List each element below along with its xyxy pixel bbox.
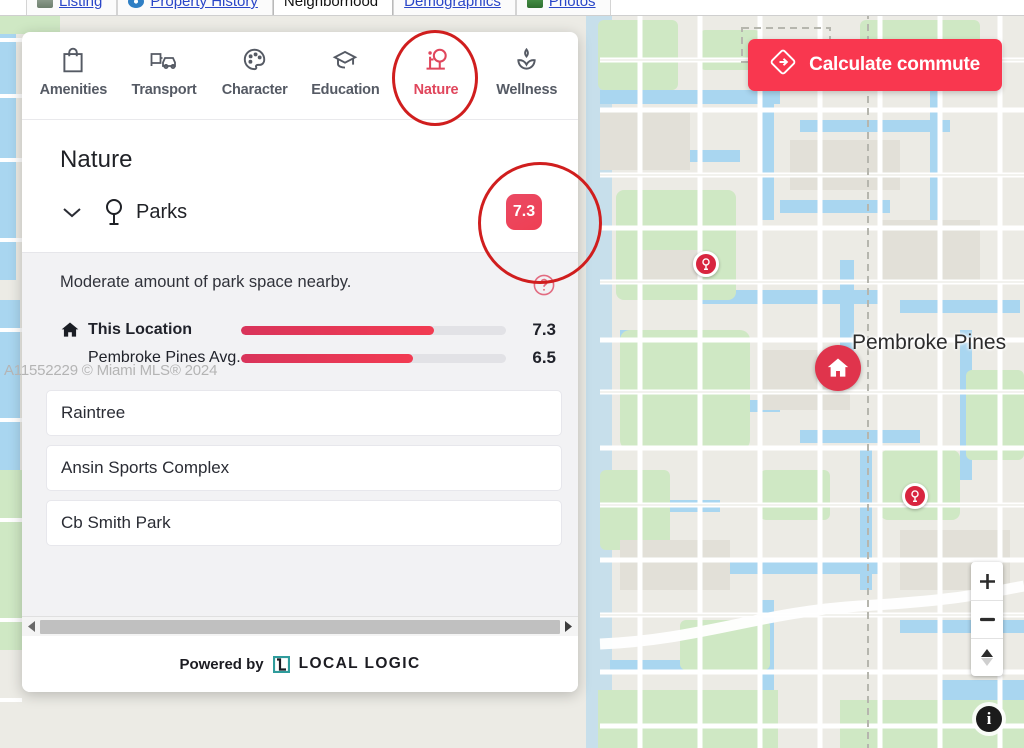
scrollbar-thumb[interactable] bbox=[40, 619, 560, 634]
compass-button[interactable] bbox=[971, 638, 1003, 676]
tab-neighborhood[interactable]: Neighborhood bbox=[272, 0, 394, 15]
powered-by-label: Powered by bbox=[179, 655, 264, 673]
park-marker[interactable] bbox=[693, 251, 719, 277]
list-item[interactable]: Raintree bbox=[46, 390, 562, 436]
park-tree-icon bbox=[426, 48, 447, 70]
bus-car-icon bbox=[150, 53, 176, 69]
compass-icon bbox=[981, 649, 993, 666]
palette-icon bbox=[244, 48, 266, 71]
park-tree-icon bbox=[911, 490, 919, 502]
zoom-in-button[interactable] bbox=[971, 562, 1003, 600]
category-tab-character[interactable]: Character bbox=[209, 46, 300, 119]
parks-label: Parks bbox=[136, 200, 188, 223]
category-label: Transport bbox=[131, 82, 197, 98]
question-circle-icon[interactable] bbox=[532, 273, 556, 302]
summary-text: Moderate amount of park space nearby. bbox=[60, 273, 352, 291]
tab-property-history[interactable]: Property History bbox=[117, 0, 273, 15]
comparison-value: 6.5 bbox=[532, 348, 556, 367]
parks-row[interactable]: Parks 7.3 bbox=[22, 174, 578, 252]
category-label: Education bbox=[311, 82, 380, 98]
parks-detail: Moderate amount of park space nearby. Th… bbox=[22, 252, 578, 616]
place-name: Raintree bbox=[61, 403, 126, 422]
tab-demographics[interactable]: Demographics bbox=[393, 0, 516, 15]
graduation-cap-icon bbox=[333, 50, 358, 69]
home-icon bbox=[60, 320, 88, 340]
chevron-left-icon[interactable] bbox=[24, 618, 40, 636]
places-list: Raintree Ansin Sports Complex Cb Smith P… bbox=[22, 378, 578, 546]
list-item[interactable]: Cb Smith Park bbox=[46, 500, 562, 546]
place-name: Cb Smith Park bbox=[61, 513, 171, 532]
category-tab-transport[interactable]: Transport bbox=[119, 46, 210, 119]
directions-diamond-icon bbox=[770, 49, 796, 81]
tab-label: Photos bbox=[548, 0, 596, 10]
place-name: Ansin Sports Complex bbox=[61, 458, 230, 477]
app-root: Pembroke Pines A11552229 © Miami MLS® 20… bbox=[0, 0, 1024, 748]
tab-label: Property History bbox=[150, 0, 258, 10]
list-item[interactable]: Ansin Sports Complex bbox=[46, 445, 562, 491]
calculate-commute-button[interactable]: Calculate commute bbox=[748, 39, 1002, 91]
category-label: Wellness bbox=[496, 82, 558, 98]
category-label: Amenities bbox=[39, 82, 108, 98]
category-tab-bar: Amenities Transport Character Education … bbox=[22, 32, 578, 120]
tab-listing[interactable]: Listing bbox=[26, 0, 118, 15]
map-label-pembroke-pines: Pembroke Pines bbox=[852, 331, 1007, 354]
comparison-label: This Location bbox=[88, 321, 192, 338]
house-icon bbox=[827, 358, 849, 377]
tab-label: Listing bbox=[59, 0, 103, 10]
chevron-right-icon[interactable] bbox=[560, 618, 576, 636]
map-info-button[interactable]: i bbox=[976, 706, 1002, 732]
chevron-down-icon[interactable] bbox=[62, 206, 92, 219]
parks-score-badge: 7.3 bbox=[506, 194, 542, 230]
park-tree-icon bbox=[92, 197, 136, 227]
history-icon bbox=[128, 0, 145, 8]
comparison-bar-fill bbox=[241, 353, 414, 363]
park-marker[interactable] bbox=[902, 483, 928, 509]
photos-icon bbox=[526, 0, 543, 8]
tab-photos[interactable]: Photos bbox=[515, 0, 611, 15]
panel-footer: Powered by LOCAL LOGIC bbox=[22, 636, 578, 692]
comparison-row: This Location 7.3 bbox=[60, 316, 556, 344]
local-logic-wordmark: LOCAL LOGIC bbox=[298, 655, 421, 672]
category-tab-amenities[interactable]: Amenities bbox=[28, 46, 119, 119]
comparison-value: 7.3 bbox=[532, 320, 556, 339]
park-tree-icon bbox=[702, 258, 710, 270]
category-label: Nature bbox=[413, 82, 459, 98]
zoom-out-button[interactable] bbox=[971, 600, 1003, 638]
summary-row: Moderate amount of park space nearby. bbox=[22, 269, 578, 302]
category-label: Character bbox=[221, 82, 288, 98]
map-zoom-controls bbox=[971, 562, 1003, 676]
comparison-bar-track bbox=[241, 325, 506, 335]
tab-label: Neighborhood bbox=[283, 0, 379, 10]
section-title: Nature bbox=[60, 146, 133, 173]
comparison-bar-track bbox=[241, 353, 506, 363]
listing-icon bbox=[37, 0, 53, 8]
commute-button-label: Calculate commute bbox=[809, 54, 980, 75]
lotus-icon bbox=[517, 47, 536, 70]
horizontal-scrollbar[interactable] bbox=[22, 616, 578, 636]
shopping-bag-icon bbox=[63, 47, 83, 73]
home-marker[interactable] bbox=[815, 345, 861, 391]
local-logic-mark bbox=[272, 655, 291, 673]
category-tab-wellness[interactable]: Wellness bbox=[481, 46, 572, 119]
tab-label: Demographics bbox=[404, 0, 501, 10]
category-tab-education[interactable]: Education bbox=[300, 46, 391, 119]
browser-tab-strip: Listing Property History Neighborhood De… bbox=[0, 0, 1024, 16]
category-tab-nature[interactable]: Nature bbox=[391, 46, 482, 119]
mls-attribution: A11552229 © Miami MLS® 2024 bbox=[4, 362, 218, 379]
comparison-bar-fill bbox=[241, 325, 435, 335]
